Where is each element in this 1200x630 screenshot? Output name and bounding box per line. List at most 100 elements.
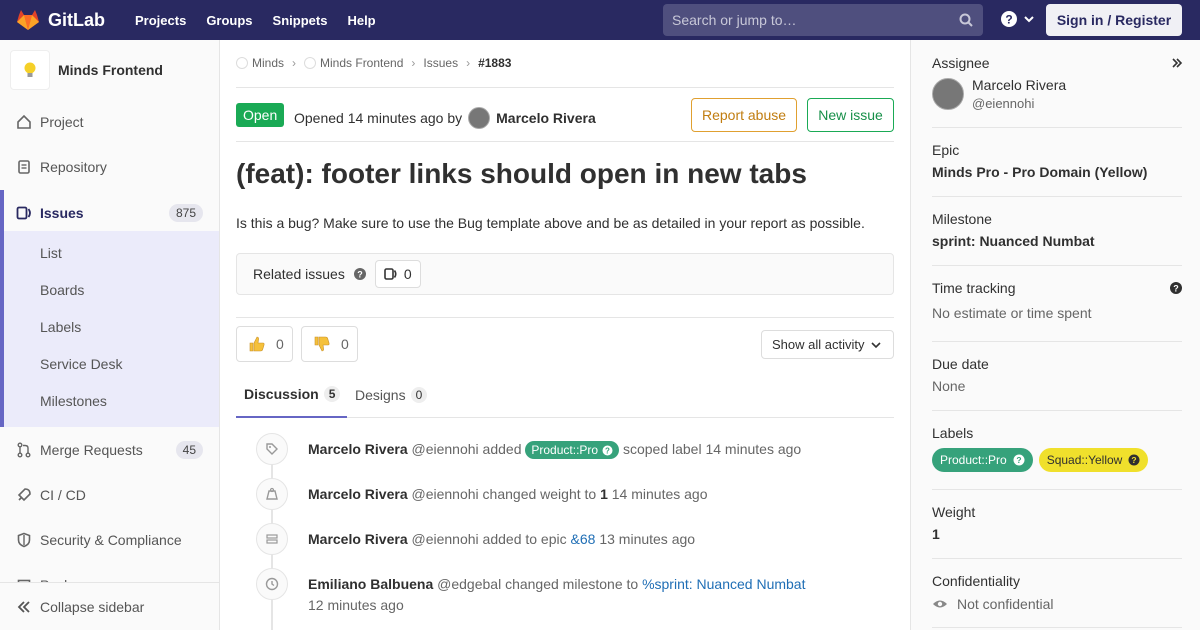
collapse-label: Collapse sidebar [40, 598, 145, 615]
sidebar-item-repository[interactable]: Repository [0, 144, 219, 189]
related-issues-count[interactable]: 0 [374, 260, 421, 288]
divider [236, 87, 894, 88]
sidebar-item-label: Project [40, 113, 84, 130]
activity-filter-dropdown[interactable]: Show all activity [761, 330, 894, 359]
sidebar-item-merge-requests[interactable]: Merge Requests 45 [0, 427, 219, 472]
note-handle[interactable]: @eiennohi [412, 531, 479, 547]
issue-author[interactable]: Marcelo Rivera [496, 110, 596, 126]
double-chevron-left-icon [17, 600, 30, 613]
nav-projects[interactable]: Projects [135, 13, 186, 28]
issues-icon [384, 268, 397, 280]
breadcrumb-issues[interactable]: Issues [423, 56, 458, 70]
thumbs-up-button[interactable]: 0 [236, 326, 293, 362]
nav-help[interactable]: Help [347, 13, 375, 28]
note-text: added to epic [482, 531, 567, 547]
epic-icon [256, 523, 288, 555]
chevron-right-icon: › [411, 56, 416, 70]
count-value: 0 [403, 266, 412, 282]
epic-link[interactable]: &68 [571, 531, 596, 547]
issue-meta: Opened 14 minutes ago by Marcelo Rivera [294, 107, 596, 129]
confidentiality-text: Not confidential [957, 596, 1054, 612]
tab-count: 5 [323, 386, 341, 402]
sidebar-subitem-labels[interactable]: Labels [40, 319, 81, 335]
note-handle[interactable]: @edgebal [437, 576, 501, 592]
label-text: Product::Pro [531, 443, 599, 457]
nav-groups[interactable]: Groups [206, 13, 252, 28]
note-handle[interactable]: @eiennohi [412, 441, 479, 457]
breadcrumb-group[interactable]: Minds [252, 56, 284, 70]
sidebar-item-project[interactable]: Project [0, 99, 219, 144]
timeline-note: Marcelo Rivera @eiennohi added to epic &… [308, 531, 695, 547]
right-sidebar: Assignee Marcelo Rivera @eiennohi Epic M… [910, 40, 1200, 630]
note-author[interactable]: Marcelo Rivera [308, 531, 408, 547]
question-icon: ? [1013, 454, 1025, 466]
tab-label: Discussion [244, 386, 319, 402]
question-icon: ? [602, 445, 613, 455]
gitlab-logo[interactable]: GitLab [16, 9, 105, 31]
chevron-down-icon [871, 341, 882, 348]
chevron-down-icon [1024, 16, 1034, 23]
tab-designs[interactable]: Designs 0 [355, 372, 428, 418]
label-text: Squad::Yellow [1046, 453, 1123, 467]
due-date-value: None [932, 378, 966, 394]
note-text: 14 minutes ago [611, 486, 708, 502]
note-text: 13 minutes ago [599, 531, 696, 547]
eye-icon [933, 600, 947, 608]
project-header[interactable]: Minds Frontend [10, 50, 163, 90]
svg-text:?: ? [1005, 13, 1012, 27]
project-avatar [10, 50, 50, 90]
note-author[interactable]: Marcelo Rivera [308, 441, 408, 457]
divider [932, 627, 1182, 628]
assignee-name[interactable]: Marcelo Rivera [972, 77, 1066, 93]
divider [932, 410, 1182, 411]
sidebar-item-issues[interactable]: Issues 875 [0, 190, 219, 235]
issue-description: Is this a bug? Make sure to use the Bug … [236, 215, 865, 231]
note-timestamp: 12 minutes ago [308, 597, 404, 613]
issue-tabs: Discussion 5 Designs 0 [236, 372, 894, 418]
label-squad-yellow[interactable]: Squad::Yellow ? [1038, 448, 1149, 472]
svg-text:?: ? [1173, 284, 1179, 294]
question-icon[interactable]: ? [353, 267, 367, 281]
milestone-link[interactable]: %sprint: Nuanced Numbat [642, 576, 805, 592]
clock-icon [256, 568, 288, 600]
sidebar-item-ci-cd[interactable]: CI / CD [0, 472, 219, 517]
sidebar-subitem-list[interactable]: List [40, 245, 62, 261]
timeline-note: Emiliano Balbuena @edgebal changed miles… [308, 576, 805, 592]
thumbs-down-button[interactable]: 0 [301, 326, 358, 362]
help-dropdown[interactable]: ? [1000, 10, 1036, 28]
sidebar-subitem-service-desk[interactable]: Service Desk [40, 356, 122, 372]
rocket-icon [16, 487, 32, 503]
issues-count: 875 [168, 203, 203, 222]
collapse-right-sidebar-icon[interactable] [1171, 57, 1183, 69]
sign-in-button[interactable]: Sign in / Register [1046, 4, 1182, 36]
breadcrumb-current[interactable]: #1883 [478, 56, 511, 70]
scoped-label[interactable]: Product::Pro ? [525, 441, 620, 459]
svg-text:?: ? [605, 446, 610, 455]
milestone-value[interactable]: sprint: Nuanced Numbat [932, 233, 1095, 249]
sidebar-item-security[interactable]: Security & Compliance [0, 517, 219, 562]
search-input[interactable]: Search or jump to… [663, 4, 983, 36]
sidebar-subitem-milestones[interactable]: Milestones [40, 393, 107, 409]
sidebar-subitem-boards[interactable]: Boards [40, 282, 84, 298]
sidebar-item-label: Repository [40, 158, 107, 175]
report-abuse-button[interactable]: Report abuse [691, 98, 797, 132]
weight-icon [256, 478, 288, 510]
divider [932, 558, 1182, 559]
new-issue-button[interactable]: New issue [807, 98, 894, 132]
merge-request-icon [16, 442, 32, 458]
thumbs-down-count: 0 [341, 336, 349, 352]
question-icon[interactable]: ? [1169, 281, 1183, 295]
epic-value[interactable]: Minds Pro - Pro Domain (Yellow) [932, 164, 1147, 180]
tab-discussion[interactable]: Discussion 5 [236, 372, 347, 418]
thumbs-down-icon [314, 336, 330, 352]
collapse-sidebar-button[interactable]: Collapse sidebar [0, 582, 219, 630]
avatar[interactable] [468, 107, 491, 129]
note-author[interactable]: Emiliano Balbuena [308, 576, 433, 592]
note-author[interactable]: Marcelo Rivera [308, 486, 408, 502]
sidebar-item-label: Merge Requests [40, 441, 143, 458]
note-handle[interactable]: @eiennohi [412, 486, 479, 502]
breadcrumb-project[interactable]: Minds Frontend [320, 56, 403, 70]
nav-snippets[interactable]: Snippets [273, 13, 328, 28]
avatar[interactable] [932, 78, 964, 110]
label-product-pro[interactable]: Product::Pro ? [932, 448, 1033, 472]
